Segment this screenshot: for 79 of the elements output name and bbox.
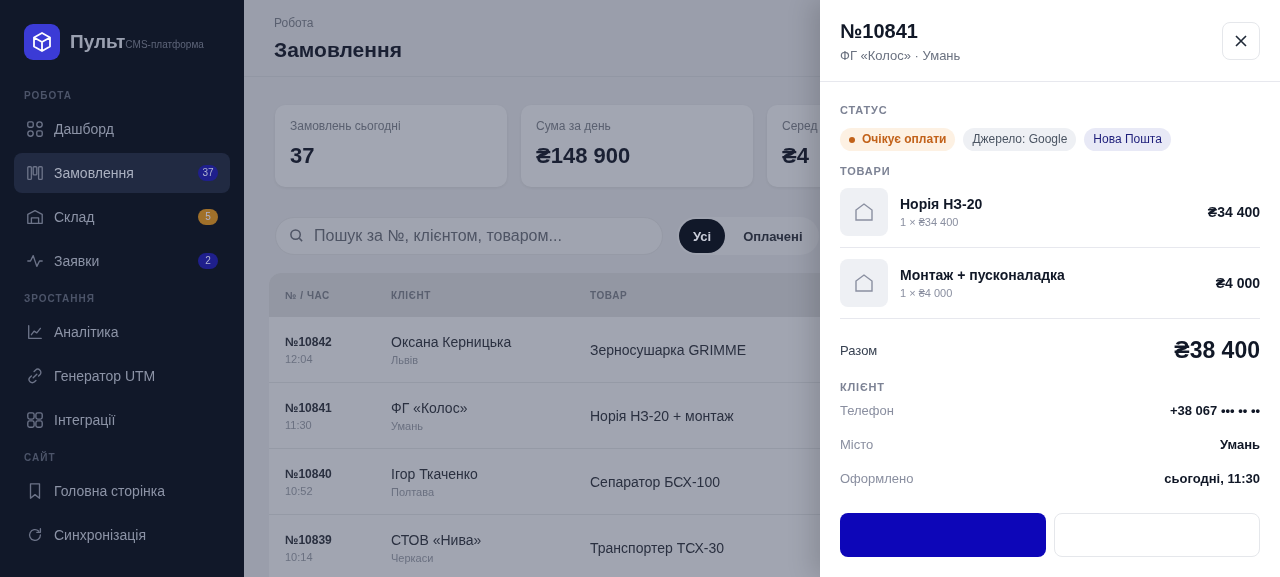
section-label: СТАТУС (840, 104, 889, 116)
brand-tagline: CMS-платформа (125, 38, 204, 50)
apps-icon (26, 411, 44, 429)
pulse-icon (26, 252, 44, 270)
client-name: Ігор Ткаченко (391, 465, 479, 482)
nav-item[interactable]: Інтеграції (14, 400, 230, 440)
item-name: Норія НЗ-20 (900, 196, 984, 212)
order-number: №10841 (285, 400, 333, 415)
cube-logo-icon (24, 24, 60, 60)
count-badge: 37 (198, 165, 218, 181)
refresh-icon (26, 526, 44, 544)
nav-item[interactable]: Генератор UTM (14, 356, 230, 396)
brand-name: Пульт (70, 31, 126, 53)
product-name: Норія НЗ-20 + монтаж (590, 407, 734, 424)
stat-value: ₴148 900 (536, 143, 632, 169)
status-chip: Очікує оплати (840, 128, 956, 151)
item-name: Монтаж + пусконаладка (900, 267, 1066, 283)
nav-item[interactable]: Склад 5 (14, 197, 230, 237)
client-name: СТОВ «Нива» (391, 531, 483, 548)
status-chip: Нова Пошта (1084, 128, 1171, 151)
total-amount: ₴38 400 (1174, 336, 1260, 364)
section-heading: ЗРОСТАННЯ (23, 292, 96, 306)
item-price: ₴4 000 (1215, 275, 1260, 291)
columns-icon (26, 164, 44, 182)
product-name: Транспортер ТСХ-30 (590, 539, 725, 556)
warehouse-icon (26, 208, 44, 226)
client-name: ФГ «Колос» (391, 399, 469, 416)
stat-label: Сума за день (536, 119, 612, 133)
nav-item[interactable]: Синхронізація (14, 515, 230, 555)
breadcrumb: Робота (274, 16, 315, 30)
stat-label: Замовлень сьогодні (290, 119, 402, 133)
stat-value: ₴4 (782, 143, 810, 169)
filter-tab[interactable]: Усі (679, 219, 726, 253)
nav-item[interactable]: Дашборд (14, 109, 230, 149)
close-icon (1234, 34, 1248, 48)
field-label: Телефон (840, 402, 894, 418)
column-header: ТОВАР (590, 289, 629, 301)
grid-icon (26, 120, 44, 138)
field-label: Оформлено (840, 470, 914, 486)
product-name: Сепаратор БСХ-100 (590, 473, 720, 490)
order-number: №10840 (285, 466, 333, 481)
nav-item[interactable]: Замовлення 37 (14, 153, 230, 193)
order-number: №10842 (285, 334, 333, 349)
section-label: ТОВАРИ (840, 165, 892, 177)
field-label: Місто (840, 436, 874, 452)
search-icon (289, 228, 304, 243)
nav-item[interactable]: Аналітика (14, 312, 230, 352)
field-value: Умань (1220, 436, 1260, 452)
page-title: Замовлення (274, 38, 403, 62)
field-value: сьогодні, 11:30 (1164, 470, 1260, 486)
action-button[interactable] (1054, 513, 1260, 557)
close-button[interactable] (1222, 22, 1260, 60)
item-quantity: 1 × ₴4 000 (900, 287, 954, 299)
column-header: № / ЧАС (285, 289, 331, 301)
nav-item[interactable]: Головна сторінка (14, 471, 230, 511)
section-label: КЛІЄНТ (840, 381, 886, 393)
status-chip: Джерело: Google (963, 128, 1077, 151)
search-field[interactable]: Пошук за №, клієнтом, товаром... (275, 217, 663, 255)
item-price: ₴34 400 (1207, 204, 1260, 220)
filter-tab[interactable]: Оплачені (729, 219, 817, 253)
product-name: Зерносушарка GRIMME (590, 341, 746, 358)
stat-label: Серед (782, 119, 819, 133)
order-number: №10839 (285, 532, 333, 547)
action-button[interactable] (840, 513, 1046, 557)
order-title: №10841 (840, 20, 919, 43)
count-badge: 2 (198, 253, 218, 269)
section-heading: РОБОТА (23, 89, 73, 103)
section-heading: САЙТ (23, 450, 57, 465)
total-label: Разом (840, 342, 878, 358)
client-name: Оксана Керницька (391, 333, 513, 350)
item-quantity: 1 × ₴34 400 (900, 216, 960, 228)
count-badge: 5 (198, 209, 218, 225)
column-header: КЛІЄНТ (391, 289, 432, 301)
order-subtitle: ФГ «Колос» · Умань (840, 48, 961, 63)
stat-value: 37 (290, 143, 316, 169)
link-icon (26, 367, 44, 385)
field-value: +38 067 ••• •• •• (1169, 402, 1260, 418)
nav-item[interactable]: Заявки 2 (14, 241, 230, 281)
chart-icon (26, 323, 44, 341)
